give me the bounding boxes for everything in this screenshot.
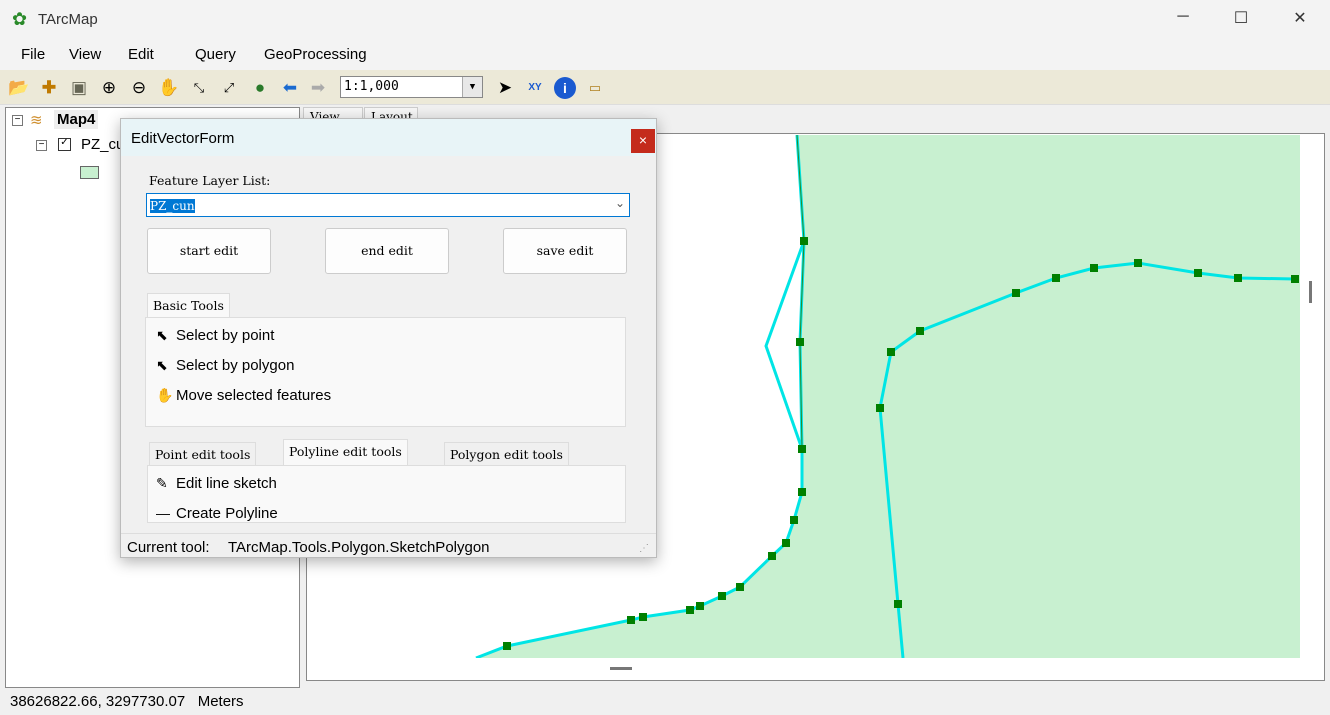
full-extent-icon[interactable]: ⤢: [218, 77, 240, 99]
vertex: [686, 606, 694, 614]
layer-visibility-checkbox[interactable]: ✓: [58, 138, 71, 151]
menu-geoprocessing[interactable]: GeoProcessing: [264, 46, 367, 63]
tool-select-by-point[interactable]: ⬉ Select by point: [156, 327, 274, 344]
scale-combobox[interactable]: 1:1,000 ▼: [340, 76, 483, 98]
horizontal-scrollbar[interactable]: [610, 667, 632, 670]
select-arrow-icon[interactable]: ➤: [494, 77, 516, 99]
tab-polyline-edit-tools[interactable]: Polyline edit tools: [283, 439, 408, 466]
vertex: [768, 552, 776, 560]
vertex: [894, 600, 902, 608]
feature-layer-select[interactable]: PZ_cun ⌄: [146, 193, 630, 217]
vertex: [696, 602, 704, 610]
vertex: [798, 488, 806, 496]
menu-edit[interactable]: Edit: [128, 46, 154, 63]
open-folder-icon[interactable]: 📂: [8, 77, 30, 99]
resize-grip-icon[interactable]: ⋰: [639, 543, 649, 554]
vertex: [800, 237, 808, 245]
current-tool-value: TArcMap.Tools.Polygon.SketchPolygon: [228, 539, 490, 556]
coordinates: 38626822.66, 3297730.07: [10, 693, 186, 710]
basic-tools-panel: ⬉ Select by point ⬉ Select by polygon ✋ Mov…: [145, 317, 626, 427]
close-button[interactable]: ✕: [1280, 8, 1320, 32]
zoom-out-icon[interactable]: ⊖: [128, 77, 150, 99]
maximize-button[interactable]: ☐: [1221, 8, 1261, 32]
tab-basic-tools[interactable]: Basic Tools: [147, 293, 230, 317]
end-edit-button[interactable]: end edit: [325, 228, 449, 274]
vertex: [718, 592, 726, 600]
xy-locate-icon[interactable]: XY: [524, 77, 546, 99]
tab-polygon-edit-tools[interactable]: Polygon edit tools: [444, 442, 569, 466]
current-tool-label: Current tool:: [127, 539, 210, 556]
scale-value: 1:1,000: [344, 79, 399, 94]
vertical-scrollbar[interactable]: [1309, 281, 1312, 303]
vertex: [1291, 275, 1299, 283]
tool-edit-line-sketch[interactable]: ✎ Edit line sketch: [156, 475, 277, 492]
menu-bar: File View Edit Query GeoProcessing: [0, 40, 1330, 70]
vertex: [1234, 274, 1242, 282]
layers-icon: ≋: [30, 112, 43, 129]
vertex: [1012, 289, 1020, 297]
vertex: [1194, 269, 1202, 277]
vertex: [876, 404, 884, 412]
tool-create-polyline[interactable]: — Create Polyline: [156, 505, 278, 522]
app-icon: ✿: [12, 9, 28, 29]
pan-hand-icon[interactable]: ✋: [158, 77, 180, 99]
vertex: [887, 348, 895, 356]
layer-symbol: [80, 166, 99, 179]
vertex: [736, 583, 744, 591]
collapse-icon[interactable]: −: [12, 115, 23, 126]
vertex: [790, 516, 798, 524]
chevron-down-icon[interactable]: ▼: [462, 77, 482, 97]
zoom-in-icon[interactable]: ⊕: [98, 77, 120, 99]
add-data-icon[interactable]: ✚: [38, 77, 60, 99]
vertex: [1090, 264, 1098, 272]
toolbar: 📂 ✚ ▣ ⊕ ⊖ ✋ ⤡ ⤢ ● ⬅ ➡ ➤ XY i ▭: [0, 70, 1330, 105]
edit-vector-dialog: EditVectorForm × Feature Layer List: PZ_…: [120, 118, 657, 558]
window-title: TArcMap: [38, 11, 98, 28]
layer-list-label: Feature Layer List:: [149, 173, 271, 188]
polyline-tools-panel: ✎ Edit line sketch — Create Polyline: [147, 465, 626, 523]
map-node[interactable]: Map4: [54, 110, 99, 129]
status-bar: 38626822.66, 3297730.07 Meters: [0, 690, 1330, 715]
vertex: [1134, 259, 1142, 267]
edit-sketch-icon: ✎: [156, 475, 168, 491]
menu-query[interactable]: Query: [195, 46, 236, 63]
start-edit-button[interactable]: start edit: [147, 228, 271, 274]
save-edit-button[interactable]: save edit: [503, 228, 627, 274]
vertex: [639, 613, 647, 621]
back-arrow-icon[interactable]: ⬅: [279, 77, 301, 99]
layer-select-value: PZ_cun: [150, 199, 195, 213]
hand-icon: ✋: [156, 387, 174, 403]
vertex: [503, 642, 511, 650]
measure-icon[interactable]: ▭: [584, 77, 606, 99]
info-icon[interactable]: i: [554, 77, 576, 99]
vertex: [916, 327, 924, 335]
forward-arrow-icon[interactable]: ➡: [307, 77, 329, 99]
tab-point-edit-tools[interactable]: Point edit tools: [149, 442, 257, 466]
vertex: [798, 445, 806, 453]
menu-file[interactable]: File: [21, 46, 45, 63]
line-icon: —: [156, 505, 170, 521]
collapse-icon[interactable]: −: [36, 140, 47, 151]
chevron-down-icon: ⌄: [614, 196, 625, 210]
units: Meters: [197, 693, 244, 710]
select-polygon-icon: ⬉: [156, 357, 168, 373]
minimize-button[interactable]: ─: [1163, 8, 1203, 32]
save-icon[interactable]: ▣: [68, 77, 90, 99]
tool-move-selected[interactable]: ✋ Move selected features: [156, 387, 331, 404]
vertex: [1052, 274, 1060, 282]
dialog-close-button[interactable]: ×: [631, 129, 655, 153]
menu-view[interactable]: View: [69, 46, 101, 63]
zoom-to-extent-icon[interactable]: ⤡: [188, 77, 210, 99]
tool-select-by-polygon[interactable]: ⬉ Select by polygon: [156, 357, 294, 374]
vertex: [627, 616, 635, 624]
title-bar: ✿ TArcMap ─ ☐ ✕: [0, 0, 1330, 40]
select-point-icon: ⬉: [156, 327, 168, 343]
globe-icon[interactable]: ●: [249, 77, 271, 99]
divider: [121, 533, 656, 534]
vertex: [782, 539, 790, 547]
vertex: [796, 338, 804, 346]
dialog-title: EditVectorForm: [131, 130, 235, 147]
